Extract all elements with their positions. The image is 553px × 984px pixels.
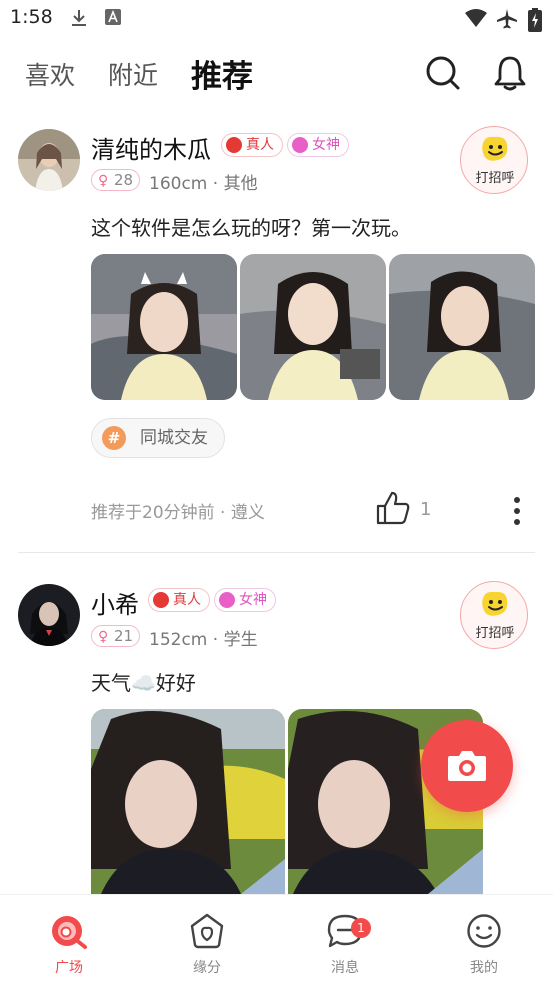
topic-tag[interactable]: # 同城交友 (91, 418, 225, 458)
hashtag-icon: # (102, 426, 126, 450)
check-icon (292, 137, 308, 153)
tab-likes[interactable]: 喜欢 (25, 56, 75, 92)
user-name[interactable]: 小希 (91, 585, 139, 620)
post-text: 这个软件是怎么玩的呀？第一次玩。 (91, 216, 411, 240)
fate-icon (190, 913, 224, 949)
post-photo[interactable] (240, 254, 386, 400)
wifi-icon (465, 9, 487, 27)
real-person-badge: 真人 (148, 588, 210, 612)
goddess-badge: 女神 (214, 588, 276, 612)
post-photo[interactable] (91, 709, 285, 894)
user-meta: 152cm · 学生 (149, 630, 258, 650)
post-footer-info: 推荐于20分钟前 · 遵义 (91, 503, 265, 523)
notification-bell-icon[interactable] (492, 54, 528, 92)
age-pill: ♀ 21 (91, 625, 141, 647)
airplane-mode-icon (497, 9, 517, 29)
real-person-badge: 真人 (221, 133, 283, 157)
font-app-icon (105, 9, 121, 25)
like-count: 1 (420, 499, 432, 520)
camera-icon (448, 751, 486, 781)
nav-fate[interactable]: 缘分 (152, 895, 262, 984)
post-camera-button[interactable] (421, 720, 513, 812)
plaza-icon (52, 916, 87, 949)
more-options-icon[interactable] (510, 496, 524, 526)
status-bar: 1:58 (0, 0, 553, 40)
greet-button[interactable]: 打招呼 (460, 581, 528, 649)
tab-recommended[interactable]: 推荐 (191, 51, 253, 96)
battery-charging-icon (528, 8, 542, 32)
message-count-badge: 1 (351, 918, 371, 938)
thumbs-up-icon[interactable] (375, 490, 411, 526)
download-icon (72, 10, 86, 26)
avatar[interactable] (18, 584, 80, 646)
check-icon (219, 592, 235, 608)
bottom-nav: 广场 缘分 消息 我的 (0, 894, 553, 984)
check-icon (153, 592, 169, 608)
check-icon (226, 137, 242, 153)
post-text: 天气☁️好好 (91, 671, 196, 695)
female-icon: ♀ (98, 173, 109, 189)
post-photo[interactable] (91, 254, 237, 400)
age-pill: ♀ 28 (91, 169, 141, 191)
user-name[interactable]: 清纯的木瓜 (91, 130, 211, 165)
user-meta: 160cm · 其他 (149, 174, 258, 194)
goddess-badge: 女神 (287, 133, 349, 157)
top-nav: 喜欢 附近 推荐 (0, 48, 553, 104)
profile-icon (467, 914, 501, 948)
post-divider (18, 552, 535, 553)
female-icon: ♀ (98, 629, 109, 645)
tab-nearby[interactable]: 附近 (108, 56, 158, 92)
smile-emoji-icon (482, 591, 508, 616)
nav-messages[interactable]: 消息 (290, 895, 400, 984)
status-time: 1:58 (10, 6, 53, 28)
nav-profile[interactable]: 我的 (429, 895, 539, 984)
post-photo[interactable] (389, 254, 535, 400)
avatar[interactable] (18, 129, 80, 191)
nav-plaza[interactable]: 广场 (14, 895, 124, 984)
smile-emoji-icon (482, 136, 508, 161)
search-icon[interactable] (424, 54, 462, 92)
greet-button[interactable]: 打招呼 (460, 126, 528, 194)
